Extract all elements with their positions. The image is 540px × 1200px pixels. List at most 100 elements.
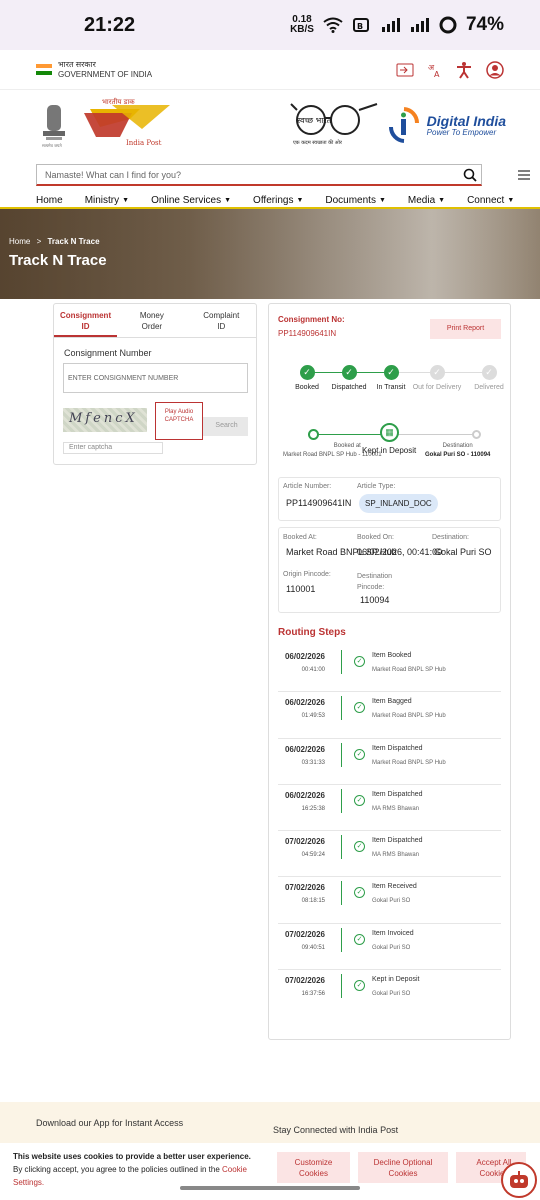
menu-hamburger-icon[interactable] — [518, 170, 530, 180]
breadcrumb-home[interactable]: Home — [9, 237, 30, 246]
main-nav: Home Ministry ▼ Online Services ▼ Offering… — [0, 193, 540, 209]
accessibility-icons: अA — [396, 60, 504, 79]
nav-documents[interactable]: Documents ▼ — [325, 193, 386, 207]
routing-office: Gokal Puri SO — [372, 991, 411, 998]
tab-consignment-id[interactable]: Consignment ID — [54, 304, 118, 337]
search-icon[interactable] — [463, 168, 477, 182]
gov-strip: भारत सरकार GOVERNMENT OF INDIA अA — [0, 50, 540, 90]
page-title: Track N Trace — [9, 252, 107, 269]
svg-text:सत्यमेव जयते: सत्यमेव जयते — [42, 143, 62, 148]
routing-step-row: 07/02/2026 16:37:56 ✓ Kept in Deposit Gokal … — [278, 970, 501, 1016]
nav-online-services[interactable]: Online Services ▼ — [151, 193, 231, 207]
gesture-home-bar[interactable] — [180, 1186, 360, 1190]
stay-connected-text: Stay Connected with India Post — [273, 1125, 399, 1135]
cookie-message: This website uses cookies to provide a b… — [13, 1152, 251, 1187]
decline-optional-cookies-button[interactable]: Decline Optional Cookies — [358, 1152, 448, 1183]
gov-english: GOVERNMENT OF INDIA — [58, 69, 153, 79]
article-type-badge: SP_INLAND_DOC — [359, 494, 438, 513]
india-post-logo[interactable]: भारतीय डाक India Post — [82, 97, 172, 153]
signal-icon-2 — [410, 18, 429, 32]
print-report-button[interactable]: Print Report — [430, 319, 501, 339]
svg-text:भारतीय डाक: भारतीय डाक — [102, 97, 135, 106]
accessibility-icon[interactable] — [456, 61, 472, 79]
booking-info: Booked At: Market Road BNPL SP Hub Booke… — [278, 527, 501, 613]
routing-date: 07/02/2026 — [284, 883, 325, 893]
call-icon: B — [352, 18, 369, 32]
chevron-down-icon: ▼ — [378, 196, 386, 204]
tab-complaint-id[interactable]: Complaint ID — [187, 304, 256, 337]
origin-info: Booked at Market Road BNPL SP Hub - 1100… — [283, 443, 382, 458]
article-type-label: Article Type: — [357, 483, 396, 490]
chatbot-icon[interactable] — [501, 1162, 537, 1198]
routing-steps-title: Routing Steps — [278, 627, 346, 638]
user-account-icon[interactable] — [486, 60, 504, 79]
routing-time: 03:31:33 — [301, 759, 325, 766]
check-circle-icon: ✓ — [354, 980, 365, 992]
svg-text:A: A — [434, 70, 440, 78]
check-circle-icon: ✓ — [354, 933, 365, 945]
routing-office: Market Road BNPL SP Hub — [372, 713, 446, 720]
signal-icon-1 — [381, 18, 400, 32]
routing-event: Item Dispatched — [372, 837, 423, 845]
routing-office: Gokal Puri SO — [372, 944, 411, 951]
routing-office: MA RMS Bhawan — [372, 805, 420, 812]
check-circle-icon: ✓ — [354, 656, 365, 667]
nav-media[interactable]: Media ▼ — [408, 193, 445, 207]
routing-event: Item Dispatched — [372, 790, 423, 798]
routing-time: 16:25:38 — [301, 805, 325, 812]
nav-connect[interactable]: Connect ▼ — [467, 193, 514, 207]
routing-office: Gokal Puri SO — [372, 898, 411, 905]
article-number-label: Article Number: — [283, 483, 332, 490]
origin-pincode: 110001 — [286, 584, 316, 594]
nav-offerings[interactable]: Offerings ▼ — [253, 193, 303, 207]
check-icon: ✓ — [429, 365, 445, 380]
routing-divider — [341, 927, 342, 952]
check-circle-icon: ✓ — [354, 748, 365, 760]
routing-time: 08:18:15 — [301, 898, 325, 905]
routing-office: MA RMS Bhawan — [372, 852, 420, 859]
page-banner: Home > Track N Trace Track N Trace — [0, 209, 540, 299]
breadcrumb: Home > Track N Trace — [9, 237, 100, 246]
routing-divider — [341, 974, 342, 999]
cookie-banner: This website uses cookies to provide a b… — [0, 1143, 540, 1200]
routing-step-row: 07/02/2026 09:40:51 ✓ Item Invoiced Gokal Pu… — [278, 924, 501, 971]
site-search-input[interactable]: Namaste! What can I find for you? — [36, 164, 482, 186]
search-placeholder: Namaste! What can I find for you? — [45, 169, 182, 180]
routing-date: 06/02/2026 — [284, 744, 325, 754]
destination: Gokal Puri SO — [434, 547, 492, 557]
routing-time: 09:40:51 — [301, 944, 325, 951]
routing-divider — [341, 696, 342, 721]
consignment-number-input[interactable]: ENTER CONSIGNMENT NUMBER — [63, 363, 248, 393]
routing-event: Item Received — [372, 883, 417, 891]
india-flag-icon — [36, 64, 52, 76]
article-info: Article Number: PP114909641IN Article Ty… — [278, 477, 501, 521]
routing-step-row: 07/02/2026 04:59:24 ✓ Item Dispatched MA RMS… — [278, 831, 501, 878]
play-audio-captcha-button[interactable]: Play Audio CAPTCHA — [155, 402, 203, 440]
nav-home[interactable]: Home — [36, 193, 63, 207]
status-time: 21:22 — [84, 13, 136, 36]
routing-date: 07/02/2026 — [284, 837, 325, 847]
routing-event: Item Dispatched — [372, 744, 423, 752]
chevron-down-icon: ▼ — [224, 196, 232, 204]
nav-ministry[interactable]: Ministry ▼ — [85, 193, 129, 207]
language-icon[interactable]: अA — [428, 62, 442, 78]
svg-text:India Post: India Post — [126, 139, 162, 147]
customize-cookies-button[interactable]: Customize Cookies — [277, 1152, 350, 1183]
captcha-image: MfencX — [63, 408, 147, 432]
chevron-down-icon: ▼ — [296, 196, 304, 204]
check-circle-icon: ✓ — [354, 702, 365, 714]
routing-divider — [341, 881, 342, 906]
svg-text:एक कदम स्वच्छता की ओर: एक कदम स्वच्छता की ओर — [293, 139, 343, 146]
tracking-form-card: Consignment ID Money Order Complaint ID … — [53, 303, 257, 465]
swachh-bharat-logo[interactable]: स्वच्छ भारत एक कदम स्वच्छता की ओर — [289, 102, 381, 148]
check-icon: ✓ — [299, 365, 315, 380]
digital-india-logo[interactable]: Digital India Power To Empower — [427, 114, 506, 137]
tracking-tabs: Consignment ID Money Order Complaint ID — [54, 304, 256, 338]
svg-text:स्वच्छ भारत: स्वच्छ भारत — [297, 116, 332, 125]
skip-to-content-icon[interactable] — [396, 63, 414, 77]
check-circle-icon: ✓ — [354, 841, 365, 853]
search-row: Namaste! What can I find for you? — [0, 160, 540, 190]
tab-money-order[interactable]: Money Order — [117, 304, 186, 337]
captcha-input[interactable]: Enter captcha — [63, 442, 163, 454]
routing-time: 16:37:56 — [301, 991, 325, 998]
